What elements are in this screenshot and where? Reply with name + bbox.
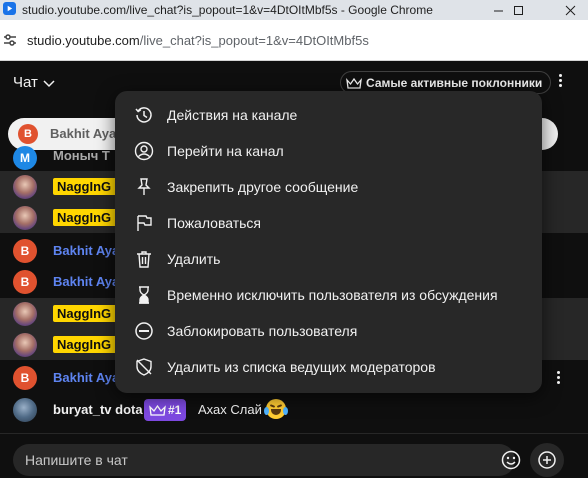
chevron-down-icon: [43, 79, 55, 87]
site-info-icon[interactable]: [2, 32, 18, 48]
message-text: Ахах Слай: [198, 402, 262, 417]
author-name[interactable]: Bakhit Aya: [53, 274, 119, 289]
window-titlebar: studio.youtube.com/live_chat?is_popout=1…: [0, 0, 588, 20]
trash-icon: [133, 248, 155, 270]
menu-item-block-user[interactable]: Заблокировать пользователя: [115, 313, 542, 349]
chat-title-label: Чат: [13, 74, 38, 91]
smile-icon: [501, 450, 521, 470]
menu-item-delete[interactable]: Удалить: [115, 241, 542, 277]
account-icon: [133, 140, 155, 162]
address-bar[interactable]: studio.youtube.com/live_chat?is_popout=1…: [0, 20, 588, 61]
avatar: [13, 206, 37, 230]
author-name[interactable]: Bakhit Aya: [53, 243, 119, 258]
author-name[interactable]: NaggInG I: [53, 209, 123, 226]
crown-icon: [346, 77, 362, 89]
avatar: B: [13, 366, 37, 390]
pinned-author: Bakhit Ayap: [50, 126, 125, 141]
history-icon: [133, 104, 155, 126]
site-favicon-icon: [3, 2, 16, 15]
url-text[interactable]: studio.youtube.com/live_chat?is_popout=1…: [27, 33, 369, 48]
more-vert-icon: [558, 72, 562, 90]
url-path: /live_chat?is_popout=1&v=4DtOItMbf5s: [139, 33, 369, 48]
block-icon: [133, 320, 155, 342]
pin-icon: [133, 176, 155, 198]
avatar: [13, 175, 37, 199]
top-fan-badge: #1: [144, 399, 187, 421]
avatar: [13, 302, 37, 326]
message-more-button[interactable]: [552, 369, 564, 387]
menu-item-remove-moderator[interactable]: Удалить из списка ведущих модераторов: [115, 349, 542, 385]
window-title: studio.youtube.com/live_chat?is_popout=1…: [22, 3, 433, 17]
chat-input[interactable]: Напишите в чат: [13, 444, 521, 476]
top-fans-label: Самые активные поклонники: [366, 75, 543, 90]
menu-item-label: Временно исключить пользователя из обсуж…: [167, 287, 498, 303]
author-name[interactable]: buryat_tv dota: [53, 402, 143, 417]
add-circle-icon: [538, 451, 556, 469]
chat-input-bar: Напишите в чат: [0, 433, 588, 478]
maximize-button[interactable]: [500, 0, 536, 20]
add-button[interactable]: [530, 443, 564, 477]
author-name[interactable]: Bakhit Aya: [53, 370, 119, 385]
url-host: studio.youtube.com: [27, 33, 140, 48]
menu-item-label: Действия на канале: [167, 107, 298, 123]
crown-icon: [149, 404, 166, 416]
avatar: M: [13, 146, 37, 170]
chat-more-button[interactable]: [552, 72, 568, 90]
avatar: B: [13, 239, 37, 263]
top-fan-rank: #1: [168, 403, 182, 417]
menu-item-report[interactable]: Пожаловаться: [115, 205, 542, 241]
close-window-button[interactable]: [552, 0, 588, 20]
remove-moderator-icon: [133, 356, 155, 378]
menu-item-label: Закрепить другое сообщение: [167, 179, 359, 195]
hourglass-icon: [133, 284, 155, 306]
author-name[interactable]: NaggInG I: [53, 336, 123, 353]
chat-input-placeholder: Напишите в чат: [25, 452, 128, 468]
message-context-menu: Действия на канале Перейти на канал Закр…: [115, 91, 542, 393]
rofl-emoji-icon: [264, 399, 288, 419]
menu-item-label: Перейти на канал: [167, 143, 284, 159]
flag-icon: [133, 212, 155, 234]
avatar: [13, 398, 37, 422]
author-name[interactable]: Моныч Т: [53, 148, 110, 163]
menu-item-go-to-channel[interactable]: Перейти на канал: [115, 133, 542, 169]
menu-item-timeout-user[interactable]: Временно исключить пользователя из обсуж…: [115, 277, 542, 313]
author-name[interactable]: NaggInG I: [53, 178, 123, 195]
emoji-picker-button[interactable]: [500, 449, 522, 471]
avatar: B: [13, 270, 37, 294]
avatar: [13, 333, 37, 357]
menu-item-label: Удалить: [167, 251, 221, 267]
menu-item-channel-activity[interactable]: Действия на канале: [115, 97, 542, 133]
menu-item-label: Пожаловаться: [167, 215, 262, 231]
more-vert-icon: [556, 369, 560, 387]
menu-item-pin-message[interactable]: Закрепить другое сообщение: [115, 169, 542, 205]
menu-item-label: Заблокировать пользователя: [167, 323, 358, 339]
chat-mode-dropdown[interactable]: Чат: [13, 74, 56, 91]
menu-item-label: Удалить из списка ведущих модераторов: [167, 359, 436, 375]
chat-message-row[interactable]: buryat_tv dota #1 Ахах Слай: [0, 394, 588, 425]
author-name[interactable]: NaggInG I: [53, 305, 123, 322]
